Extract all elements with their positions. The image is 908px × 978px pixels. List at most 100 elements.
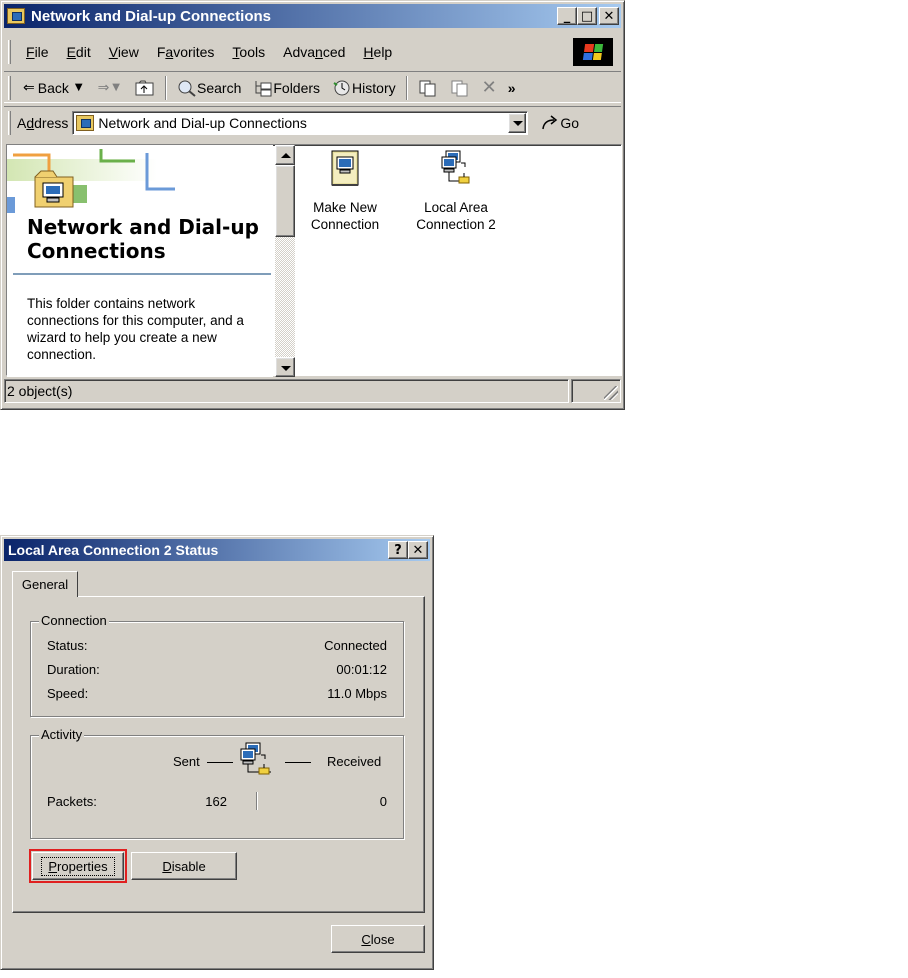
folders-tree-icon: [255, 80, 272, 96]
menu-view[interactable]: View: [100, 44, 148, 60]
toolbar-grip[interactable]: [8, 110, 11, 135]
copy-to-icon: [451, 80, 468, 96]
received-packets-value: 0: [379, 794, 387, 809]
close-dialog-button[interactable]: ✕: [408, 541, 428, 559]
status-bar: 2 object(s): [4, 379, 621, 405]
search-icon: [178, 80, 196, 97]
sent-packets-value: 162: [205, 794, 227, 809]
dialog-title: Local Area Connection 2 Status: [8, 542, 219, 558]
packets-label: Packets:: [47, 794, 97, 809]
speed-label: Speed:: [47, 686, 89, 701]
scroll-up-button[interactable]: [275, 145, 295, 165]
move-to-icon: [419, 80, 436, 96]
item-label: Make New Connection: [310, 200, 380, 232]
close-icon: ✕: [412, 542, 424, 558]
menu-file[interactable]: File: [17, 44, 58, 60]
make-new-connection-item[interactable]: Make New Connection: [295, 149, 395, 233]
webview-title: Network and Dial-up Connections: [27, 215, 259, 263]
dropdown-arrow-icon: ▼: [112, 82, 120, 93]
address-input[interactable]: Network and Dial-up Connections: [98, 115, 307, 131]
menu-favorites[interactable]: Favorites: [148, 44, 224, 60]
close-icon: ✕: [603, 8, 615, 24]
minimize-icon: _: [563, 8, 571, 24]
duration-value: 00:01:12: [336, 662, 387, 677]
search-button[interactable]: Search: [171, 74, 247, 102]
address-dropdown-button[interactable]: [508, 112, 527, 133]
back-button[interactable]: ⇐ Back ▼: [17, 74, 92, 102]
duration-label: Duration:: [47, 662, 100, 677]
address-combobox[interactable]: Network and Dial-up Connections: [72, 110, 529, 135]
toolbar-grip[interactable]: [8, 75, 11, 100]
go-button[interactable]: Go: [540, 114, 579, 132]
forward-button[interactable]: ⇒ ▼: [92, 74, 129, 102]
up-folder-button[interactable]: [129, 74, 161, 102]
menu-edit[interactable]: Edit: [58, 44, 100, 60]
close-button[interactable]: Close: [331, 925, 425, 953]
lan-connection-icon: [441, 150, 470, 184]
webview-scrollbar[interactable]: [275, 145, 295, 377]
address-bar: Address Network and Dial-up Connections …: [4, 106, 621, 138]
properties-button[interactable]: Properties: [32, 852, 124, 880]
local-area-connection-2-item[interactable]: Local Area Connection 2: [406, 149, 506, 233]
dropdown-arrow-icon: ▼: [74, 82, 83, 93]
speed-row: Speed: 11.0 Mbps: [47, 686, 387, 701]
scroll-down-button[interactable]: [275, 357, 295, 377]
maximize-icon: □: [580, 8, 594, 24]
scroll-thumb[interactable]: [275, 165, 295, 237]
windows-logo-throbber: [573, 38, 613, 66]
window-title: Network and Dial-up Connections: [31, 7, 272, 25]
explorer-titlebar[interactable]: Network and Dial-up Connections _ □ ✕: [4, 4, 621, 28]
help-button[interactable]: ?: [388, 541, 408, 559]
windows-flag-icon: [582, 44, 604, 60]
sent-label: Sent: [173, 754, 200, 769]
toolbar-overflow-chevron[interactable]: »: [508, 80, 516, 96]
toolbar-grip[interactable]: [8, 40, 11, 64]
activity-legend: Activity: [39, 727, 85, 742]
item-label: Local Area Connection 2: [416, 200, 496, 232]
make-new-connection-icon: [331, 150, 359, 186]
close-window-button[interactable]: ✕: [599, 7, 619, 25]
maximize-button[interactable]: □: [577, 7, 597, 25]
status-label: Status:: [47, 638, 88, 653]
explorer-window: Network and Dial-up Connections _ □ ✕ Fi…: [0, 0, 625, 410]
menu-advanced[interactable]: Advanced: [274, 44, 354, 60]
copy-to-button[interactable]: [444, 74, 476, 102]
move-to-button[interactable]: [412, 74, 444, 102]
resize-grip[interactable]: [604, 386, 618, 400]
history-button[interactable]: History: [326, 74, 402, 102]
folder-content-area: Network and Dial-up Connections This fol…: [6, 144, 622, 377]
folders-button[interactable]: Folders: [247, 74, 326, 102]
disable-button[interactable]: Disable: [131, 852, 237, 880]
webview-description: This folder contains network connections…: [27, 296, 244, 362]
menu-bar: File Edit View Favorites Tools Advanced …: [4, 37, 621, 67]
dialog-titlebar[interactable]: Local Area Connection 2 Status ? ✕: [4, 539, 430, 561]
status-row: Status: Connected: [47, 638, 387, 653]
status-text: 2 object(s): [4, 379, 570, 403]
duration-row: Duration: 00:01:12: [47, 662, 387, 677]
forward-arrow-icon: ⇒: [97, 79, 110, 96]
history-clock-icon: [333, 80, 350, 95]
network-folder-large-icon: [34, 170, 74, 208]
general-tab-panel: Connection Status: Connected Duration: 0…: [12, 596, 425, 913]
status-value: Connected: [324, 638, 387, 653]
activity-group: Activity Sent Received Packets: 0 162: [30, 727, 404, 839]
speed-value: 11.0 Mbps: [327, 686, 387, 701]
received-label: Received: [327, 754, 382, 769]
web-view-panel: Network and Dial-up Connections This fol…: [7, 145, 273, 377]
delete-x-icon: ✕: [481, 77, 497, 98]
standard-toolbar: ⇐ Back ▼ ⇒ ▼ Search Folders History ✕ »: [4, 71, 621, 103]
menu-tools[interactable]: Tools: [223, 44, 274, 60]
status-dialog: Local Area Connection 2 Status ? ✕ Gener…: [0, 535, 434, 970]
minimize-button[interactable]: _: [557, 7, 577, 25]
tab-general[interactable]: General: [12, 571, 78, 597]
delete-button[interactable]: ✕: [476, 74, 506, 102]
back-arrow-icon: ⇐: [23, 79, 35, 96]
connection-group: Connection Status: Connected Duration: 0…: [30, 613, 404, 717]
go-arrow-icon: [542, 114, 558, 129]
network-folder-icon: [76, 114, 95, 131]
menu-help[interactable]: Help: [354, 44, 401, 60]
network-activity-icon: [240, 742, 271, 775]
connection-legend: Connection: [39, 613, 109, 628]
help-icon: ?: [394, 542, 402, 558]
address-label: Address: [17, 114, 69, 131]
